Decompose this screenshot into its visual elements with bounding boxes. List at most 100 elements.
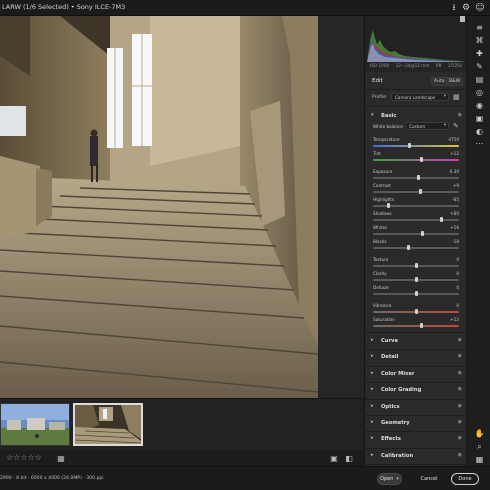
slider-track[interactable] bbox=[373, 233, 459, 235]
slider-track[interactable] bbox=[373, 247, 459, 249]
eye-icon[interactable]: ◉ bbox=[458, 452, 462, 458]
section-color-mixer[interactable]: ▸ Color Mixer ◉ bbox=[365, 367, 466, 381]
thumbnail-2-selected[interactable] bbox=[73, 403, 143, 446]
profile-dropdown[interactable]: Camera Landscape ▾ bbox=[391, 93, 449, 101]
section-title: Effects bbox=[381, 436, 401, 443]
slider-handle[interactable] bbox=[419, 157, 423, 162]
tool-strip: ≡ ⌘ ✚ ✎ ▤ ◎ ◉ ▣ ◐ ⋯ ✋ ⌕ ▦ bbox=[466, 16, 490, 466]
slider-handle[interactable] bbox=[406, 245, 410, 250]
slider-handle[interactable] bbox=[414, 309, 418, 314]
slider-value-field[interactable]: +12 bbox=[450, 317, 459, 322]
slider-handle[interactable] bbox=[414, 291, 418, 296]
section-color-grading[interactable]: ▸ Color Grading ◉ bbox=[365, 383, 466, 397]
done-button[interactable]: Done bbox=[451, 473, 479, 485]
profile-browser-icon[interactable]: ▦ bbox=[453, 93, 460, 101]
slider-track[interactable] bbox=[373, 191, 459, 193]
compare-icon[interactable]: ◧ bbox=[344, 453, 354, 463]
slider-track[interactable] bbox=[373, 219, 459, 221]
grid-icon[interactable]: ▦ bbox=[474, 454, 485, 465]
photo-preview[interactable] bbox=[0, 16, 318, 398]
slider-track[interactable] bbox=[373, 145, 459, 147]
grid-view-icon[interactable]: ▦ bbox=[56, 453, 66, 463]
zoom-icon[interactable]: ⌕ bbox=[474, 441, 485, 452]
white-balance-dropdown[interactable]: Custom ▾ bbox=[405, 122, 449, 130]
edit-header: Edit Auto B&W bbox=[365, 74, 466, 88]
focal-length-value: 12—24@12 mm bbox=[395, 63, 430, 68]
slider-value-field[interactable]: 4750 bbox=[448, 137, 459, 142]
slider-handle[interactable] bbox=[386, 203, 390, 208]
section-basic[interactable]: ▾ Basic ◉ bbox=[365, 109, 466, 123]
rating-stars[interactable]: ☆☆☆☆☆ bbox=[6, 453, 42, 462]
redeye-icon[interactable]: ◉ bbox=[474, 100, 485, 111]
slider-value-field[interactable]: +12 bbox=[450, 151, 459, 156]
white-balance-value: Custom bbox=[409, 124, 426, 129]
slider-value-field[interactable]: 0 bbox=[456, 285, 459, 290]
profile-row: Profile Camera Landscape ▾ ▦ bbox=[365, 92, 466, 104]
slider-track[interactable] bbox=[373, 325, 459, 327]
slider-handle[interactable] bbox=[440, 217, 444, 222]
section-title: Optics bbox=[381, 403, 400, 410]
slider-handle[interactable] bbox=[414, 277, 418, 282]
radial-icon[interactable]: ◎ bbox=[474, 87, 485, 98]
slider-value-field[interactable]: 0 bbox=[456, 257, 459, 262]
section-curve[interactable]: ▸ Curve ◉ bbox=[365, 334, 466, 348]
slider-handle[interactable] bbox=[419, 323, 423, 328]
eye-icon[interactable]: ◉ bbox=[458, 370, 462, 376]
section-optics[interactable]: ▸ Optics ◉ bbox=[365, 400, 466, 414]
image-canvas[interactable] bbox=[0, 16, 364, 398]
slider-value-field[interactable]: +60 bbox=[450, 211, 459, 216]
eye-icon[interactable]: ◉ bbox=[458, 112, 462, 118]
image-info-link[interactable]: 2990 · 8 bit · 6000 x 4000 (24.0MP) · 30… bbox=[0, 476, 104, 481]
auto-button[interactable]: Auto bbox=[431, 77, 448, 86]
eye-icon[interactable]: ◉ bbox=[458, 403, 462, 409]
histogram: ISO 1000 12—24@12 mm f/8 1/125s bbox=[365, 16, 466, 72]
healing-icon[interactable]: ✚ bbox=[474, 48, 485, 59]
cancel-button[interactable]: Cancel bbox=[414, 473, 444, 485]
section-geometry[interactable]: ▸ Geometry ◉ bbox=[365, 416, 466, 430]
edit-title: Edit bbox=[372, 78, 383, 84]
slider-value-field[interactable]: 0.30 bbox=[450, 169, 459, 174]
slider-value-field[interactable]: 0 bbox=[456, 303, 459, 308]
slider-track[interactable] bbox=[373, 159, 459, 161]
hand-icon[interactable]: ✋ bbox=[474, 428, 485, 439]
eye-icon[interactable]: ◉ bbox=[458, 353, 462, 359]
thumbnail-1[interactable] bbox=[0, 403, 70, 446]
slider-handle[interactable] bbox=[421, 231, 425, 236]
slider-handle[interactable] bbox=[417, 175, 421, 180]
eye-icon[interactable]: ◉ bbox=[458, 337, 462, 343]
slider-value-field[interactable]: 0 bbox=[456, 271, 459, 276]
slider-value-field[interactable]: +16 bbox=[450, 225, 459, 230]
thumbnail-2-image bbox=[75, 405, 141, 444]
eyedropper-icon[interactable]: ✎ bbox=[453, 122, 459, 130]
crop-icon[interactable]: ⌘ bbox=[474, 35, 485, 46]
slider-track[interactable] bbox=[373, 177, 459, 179]
save-icon[interactable]: ⭳ bbox=[448, 2, 460, 14]
slider-track[interactable] bbox=[373, 205, 459, 207]
eye-icon[interactable]: ◉ bbox=[458, 435, 462, 441]
slider-label: Highlights bbox=[373, 197, 395, 202]
edit-sliders-icon[interactable]: ≡ bbox=[474, 22, 485, 33]
slider-value-field[interactable]: -18 bbox=[452, 239, 459, 244]
presets-icon[interactable]: ◐ bbox=[474, 126, 485, 137]
chevron-right-icon: ▸ bbox=[371, 337, 374, 343]
brush-icon[interactable]: ✎ bbox=[474, 61, 485, 72]
slider-handle[interactable] bbox=[407, 143, 411, 148]
more-icon[interactable]: ⋯ bbox=[474, 138, 485, 149]
eye-icon[interactable]: ◉ bbox=[458, 419, 462, 425]
bw-button[interactable]: B&W bbox=[446, 77, 464, 86]
fit-icon[interactable]: ▣ bbox=[329, 453, 339, 463]
gradient-icon[interactable]: ▤ bbox=[474, 74, 485, 85]
slider-handle[interactable] bbox=[418, 189, 422, 194]
slider-value-field[interactable]: +9 bbox=[453, 183, 459, 188]
shutter-value: 1/125s bbox=[447, 63, 462, 68]
snapshots-icon[interactable]: ▣ bbox=[474, 113, 485, 124]
eye-icon[interactable]: ◉ bbox=[458, 386, 462, 392]
section-effects[interactable]: ▸ Effects ◉ bbox=[365, 432, 466, 446]
user-icon[interactable]: ☺ bbox=[474, 2, 486, 14]
open-button[interactable]: Open ▾ bbox=[377, 473, 402, 485]
slider-value-field[interactable]: -65 bbox=[452, 197, 459, 202]
section-calibration[interactable]: ▸ Calibration ◉ bbox=[365, 449, 466, 463]
section-detail[interactable]: ▸ Detail ◉ bbox=[365, 350, 466, 364]
settings-icon[interactable]: ⚙ bbox=[460, 2, 472, 14]
slider-handle[interactable] bbox=[414, 263, 418, 268]
